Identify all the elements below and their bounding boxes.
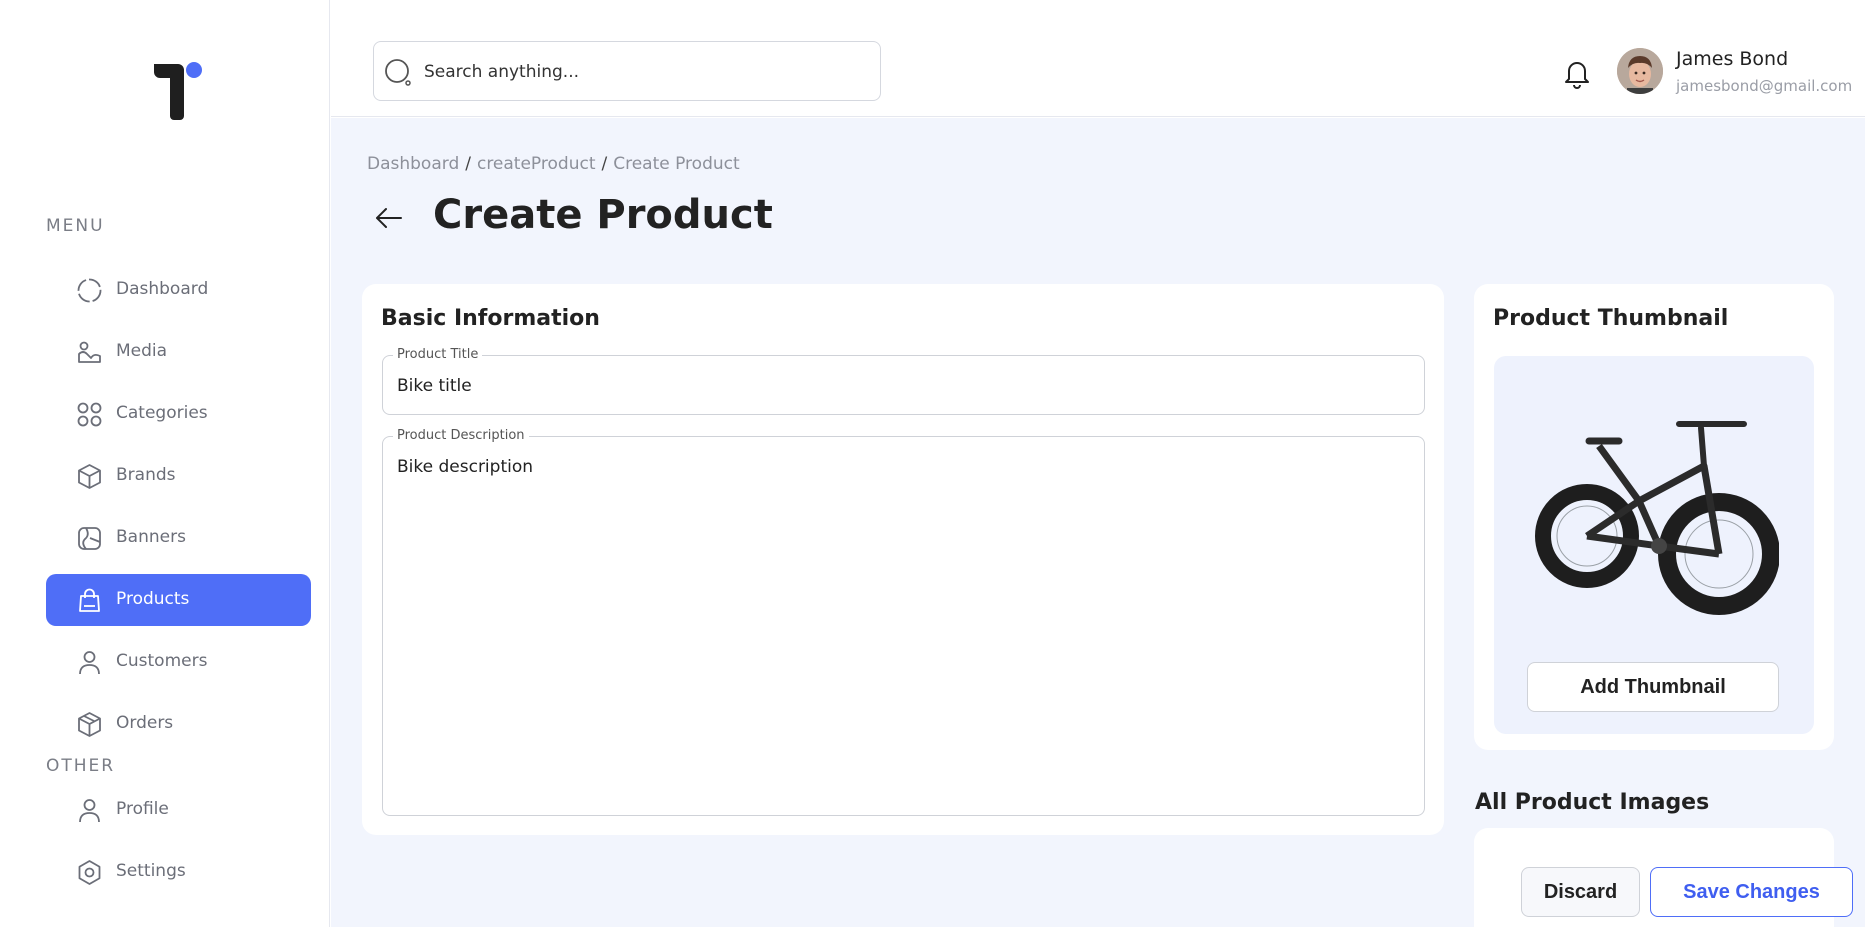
banners-icon bbox=[76, 525, 103, 552]
save-changes-button[interactable]: Save Changes bbox=[1650, 867, 1853, 917]
sidebar-item-customers[interactable]: Customers bbox=[46, 636, 311, 688]
search-input[interactable] bbox=[424, 56, 864, 88]
other-heading: OTHER bbox=[46, 756, 116, 776]
breadcrumb: Dashboard / createProduct / Create Product bbox=[367, 154, 740, 174]
orders-icon bbox=[76, 711, 103, 738]
user-name: James Bond bbox=[1676, 48, 1789, 70]
thumbnail-preview: Add Thumbnail bbox=[1494, 356, 1814, 734]
categories-icon bbox=[76, 401, 103, 428]
profile-icon bbox=[76, 797, 103, 824]
back-arrow-icon[interactable] bbox=[374, 206, 404, 230]
brands-icon bbox=[76, 463, 103, 490]
add-thumbnail-button[interactable]: Add Thumbnail bbox=[1527, 662, 1779, 712]
sidebar: MENU Dashboard Media Categories Brands B… bbox=[0, 0, 330, 927]
customers-icon bbox=[76, 649, 103, 676]
sidebar-item-label: Customers bbox=[116, 651, 208, 671]
sidebar-item-label: Dashboard bbox=[116, 279, 209, 299]
sidebar-item-label: Products bbox=[116, 589, 190, 609]
bike-image bbox=[1535, 421, 1779, 615]
product-description-field[interactable]: Product Description Bike description bbox=[382, 428, 1425, 816]
products-icon bbox=[76, 587, 103, 614]
breadcrumb-item-createproduct[interactable]: createProduct bbox=[477, 154, 596, 174]
top-header: James Bond jamesbond@gmail.com bbox=[331, 0, 1865, 117]
sidebar-item-label: Media bbox=[116, 341, 168, 361]
product-thumbnail-title: Product Thumbnail bbox=[1493, 306, 1729, 331]
sidebar-item-profile[interactable]: Profile bbox=[46, 784, 311, 836]
sidebar-item-categories[interactable]: Categories bbox=[46, 388, 311, 440]
sidebar-item-products[interactable]: Products bbox=[46, 574, 311, 626]
sidebar-item-label: Profile bbox=[116, 799, 169, 819]
sidebar-item-label: Orders bbox=[116, 713, 174, 733]
sidebar-item-label: Brands bbox=[116, 465, 176, 485]
sidebar-item-media[interactable]: Media bbox=[46, 326, 311, 378]
product-title-input[interactable] bbox=[397, 370, 1407, 402]
media-icon bbox=[76, 339, 103, 366]
sidebar-item-dashboard[interactable]: Dashboard bbox=[46, 264, 311, 316]
settings-icon bbox=[76, 859, 103, 886]
main-content: Dashboard / createProduct / Create Product C… bbox=[331, 118, 1865, 927]
breadcrumb-item-dashboard[interactable]: Dashboard bbox=[367, 154, 459, 174]
page-title: Create Product bbox=[433, 192, 773, 238]
product-title-label: Product Title bbox=[393, 347, 483, 362]
sidebar-item-label: Categories bbox=[116, 403, 208, 423]
avatar[interactable] bbox=[1617, 48, 1663, 94]
sidebar-item-orders[interactable]: Orders bbox=[46, 698, 311, 750]
product-description-label: Product Description bbox=[393, 428, 529, 443]
product-thumbnail-card: Product Thumbnail Add Thumbnail bbox=[1474, 284, 1834, 750]
sidebar-item-label: Banners bbox=[116, 527, 186, 547]
sidebar-item-settings[interactable]: Settings bbox=[46, 846, 311, 898]
sidebar-item-brands[interactable]: Brands bbox=[46, 450, 311, 502]
basic-information-card: Basic Information Product Title Product … bbox=[362, 284, 1444, 835]
menu-heading: MENU bbox=[46, 216, 105, 236]
product-description-textarea[interactable]: Bike description bbox=[397, 457, 1407, 802]
search-box[interactable] bbox=[373, 41, 881, 101]
sidebar-item-banners[interactable]: Banners bbox=[46, 512, 311, 564]
breadcrumb-item-current: Create Product bbox=[613, 154, 740, 174]
user-email: jamesbond@gmail.com bbox=[1676, 77, 1853, 95]
discard-button[interactable]: Discard bbox=[1521, 867, 1640, 917]
basic-information-title: Basic Information bbox=[381, 306, 600, 331]
search-icon bbox=[384, 58, 414, 88]
product-title-field[interactable]: Product Title bbox=[382, 347, 1425, 415]
app-logo[interactable] bbox=[150, 60, 206, 122]
notification-bell-icon[interactable] bbox=[1562, 57, 1592, 89]
dashboard-icon bbox=[76, 277, 103, 304]
sidebar-item-label: Settings bbox=[116, 861, 186, 881]
all-product-images-title: All Product Images bbox=[1475, 790, 1710, 815]
